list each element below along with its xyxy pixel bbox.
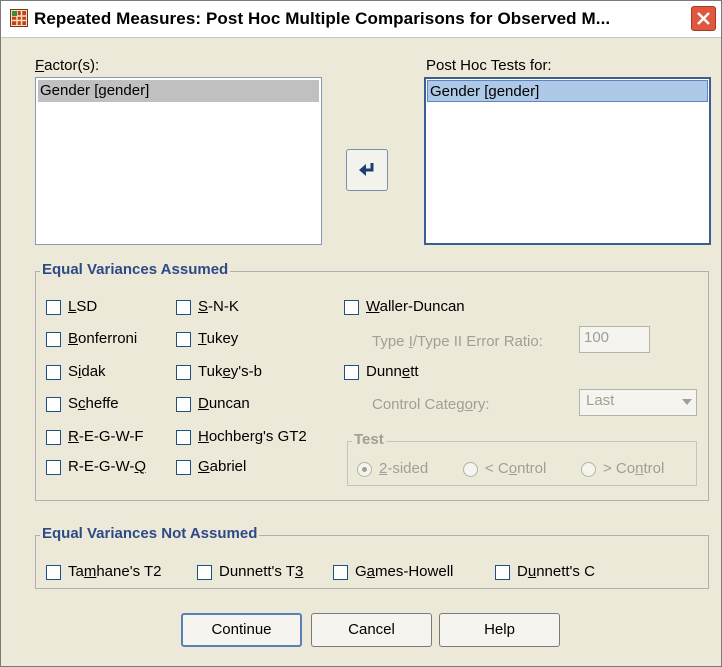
- group-title: Equal Variances Assumed: [40, 261, 231, 278]
- control-category-select[interactable]: Last: [579, 389, 697, 416]
- tukey-label: Tukey: [198, 330, 239, 347]
- continue-button[interactable]: Continue: [181, 613, 302, 647]
- close-button[interactable]: [691, 6, 716, 31]
- snk-label: S-N-K: [198, 298, 239, 315]
- duncan-label: Duncan: [198, 395, 250, 412]
- equal-variances-not-assumed-group: Equal Variances Not Assumed: [35, 525, 709, 589]
- dunnetts-t3-label: Dunnett's T3: [219, 563, 304, 580]
- radio-less-than-control-label: < Control: [485, 460, 547, 477]
- title-bar[interactable]: Repeated Measures: Post Hoc Multiple Com…: [1, 1, 721, 38]
- tamhane-label: Tamhane's T2: [68, 563, 162, 580]
- factors-label: Factor(s):: [35, 57, 100, 74]
- lsd-label: LSD: [68, 298, 98, 315]
- group-title: Equal Variances Not Assumed: [40, 525, 260, 542]
- factors-list[interactable]: Gender [gender]: [35, 77, 322, 245]
- radio-2-sided-label: 2-sided: [379, 460, 429, 477]
- arrow-left-icon: [359, 163, 374, 176]
- gabriel-label: Gabriel: [198, 458, 247, 475]
- test-group-title: Test: [352, 431, 386, 448]
- bonferroni-label: Bonferroni: [68, 330, 138, 347]
- error-ratio-label: Type I/Type II Error Ratio:: [372, 333, 543, 350]
- cancel-button[interactable]: Cancel: [311, 613, 432, 647]
- move-button[interactable]: [346, 149, 388, 191]
- sidak-label: Sidak: [68, 363, 106, 380]
- close-icon: [697, 12, 710, 25]
- control-category-label: Control Category:: [372, 396, 490, 413]
- post-hoc-dialog: Repeated Measures: Post Hoc Multiple Com…: [0, 0, 722, 667]
- post-hoc-list[interactable]: Gender [gender]: [424, 77, 711, 245]
- error-ratio-field[interactable]: 100: [579, 326, 650, 353]
- regwq-label: R-E-G-W-Q: [68, 458, 147, 475]
- window-title: Repeated Measures: Post Hoc Multiple Com…: [34, 9, 611, 28]
- dunnetts-c-label: Dunnett's C: [517, 563, 595, 580]
- app-icon: [10, 9, 28, 27]
- tukeys-b-label: Tukey's-b: [198, 363, 262, 380]
- help-button[interactable]: Help: [439, 613, 560, 647]
- dunnett-label: Dunnett: [366, 363, 419, 380]
- radio-greater-than-control-label: > Control: [603, 460, 665, 477]
- list-item[interactable]: Gender [gender]: [427, 80, 708, 102]
- hochberg-label: Hochberg's GT2: [198, 428, 307, 445]
- waller-duncan-label: Waller-Duncan: [366, 298, 465, 315]
- scheffe-label: Scheffe: [68, 395, 119, 412]
- chevron-down-icon: [682, 399, 692, 405]
- games-howell-label: Games-Howell: [355, 563, 454, 580]
- list-item[interactable]: Gender [gender]: [38, 80, 319, 102]
- regwf-label: R-E-G-W-F: [68, 428, 144, 445]
- post-hoc-label: Post Hoc Tests for:: [426, 57, 552, 74]
